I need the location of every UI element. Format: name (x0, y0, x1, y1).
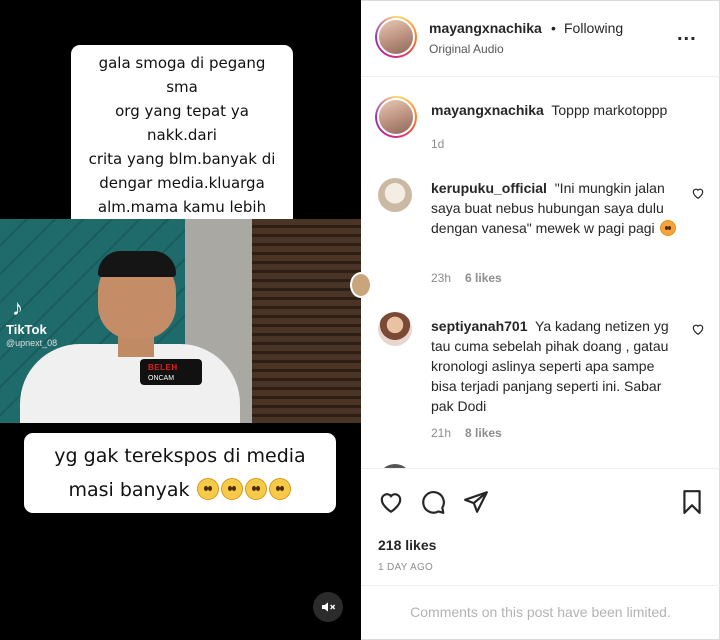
following-button[interactable]: Following (564, 20, 623, 36)
caption-line: org yang tepat ya nakk.dari (115, 102, 249, 144)
mic-sub-label: ONCAM (148, 375, 175, 382)
comments-limited-notice: Comments on this post have been limited. (361, 585, 720, 640)
comment-time[interactable]: 21h (431, 426, 451, 440)
comment-time[interactable]: 1d (431, 137, 444, 151)
caption-line: dengar media.kluarga (99, 174, 265, 192)
audio-link[interactable]: Original Audio (429, 42, 504, 56)
mic-label: BELEH (148, 363, 178, 372)
caption-line: crita yang blm.banyak di (88, 150, 276, 168)
sad-face-icon (659, 220, 676, 236)
comment-body: Toppp markotoppp (551, 102, 668, 118)
caption-line: gala smoga di pegang sma (98, 54, 266, 96)
tiktok-logo-icon: ♪ (12, 295, 23, 320)
comment-bubble-icon[interactable] (420, 489, 446, 515)
share-paper-plane-icon[interactable] (463, 489, 489, 515)
comment-text: mayangxnachika Toppp markotoppp (431, 100, 681, 120)
comment-time[interactable]: 23h (431, 271, 451, 285)
separator-dot: • (551, 20, 556, 36)
avatar[interactable] (375, 96, 417, 138)
bookmark-icon[interactable] (679, 489, 705, 515)
avatar[interactable] (375, 16, 417, 58)
more-options-icon[interactable]: ... (677, 24, 697, 44)
post-date: 1 DAY AGO (378, 562, 434, 573)
like-comment-icon[interactable] (691, 322, 705, 336)
pleading-face-icon (268, 478, 291, 500)
like-comment-icon[interactable] (691, 186, 705, 200)
post-actions: 218 likes 1 DAY AGO (361, 468, 720, 592)
person-hair (98, 251, 176, 277)
background-wood-panel (252, 219, 361, 423)
comment-meta: 1d (431, 137, 444, 151)
avatar[interactable] (378, 312, 412, 346)
video-player[interactable]: gala smoga di pegang sma org yang tepat … (0, 0, 361, 640)
speaker-muted-icon (322, 602, 336, 612)
comment-username[interactable]: septiyanah701 (431, 318, 528, 334)
mute-button[interactable] (313, 592, 343, 622)
post-header: mayangxnachika • Following Original Audi… (361, 0, 720, 77)
comment-text: kerupuku_official "Ini mungkin jalan say… (431, 178, 681, 238)
comment-meta: 23h 6 likes (431, 271, 502, 285)
author-username[interactable]: mayangxnachika (429, 20, 542, 36)
pleading-face-icon (220, 478, 243, 500)
post-sidebar: mayangxnachika • Following Original Audi… (361, 0, 720, 640)
tiktok-username: @upnext_08 (6, 338, 58, 348)
pleading-face-icon (196, 478, 219, 500)
comment-likes[interactable]: 8 likes (465, 426, 502, 440)
comment-text: septiyanah701 Ya kadang netizen yg tau c… (431, 316, 681, 416)
comment-likes[interactable]: 6 likes (465, 271, 502, 285)
caption-line: yg gak terekspos di media (54, 445, 306, 467)
caption-line: masi banyak (68, 479, 190, 501)
comment-username[interactable]: mayangxnachika (431, 102, 544, 118)
comment-username[interactable]: kerupuku_official (431, 180, 547, 196)
comment-meta: 21h 8 likes (431, 426, 502, 440)
likes-count[interactable]: 218 likes (378, 537, 436, 553)
caption-bottom: yg gak terekspos di media masi banyak (24, 433, 336, 513)
like-heart-icon[interactable] (378, 489, 404, 515)
tiktok-watermark: TikTok (6, 322, 47, 337)
video-frame: BELEH ONCAM (0, 219, 361, 423)
pleading-face-icon (244, 478, 267, 500)
avatar[interactable] (378, 178, 412, 212)
comments-list[interactable]: mayangxnachika Toppp markotoppp 1d kerup… (361, 78, 720, 468)
caption-line-last: masi banyak (34, 473, 326, 507)
